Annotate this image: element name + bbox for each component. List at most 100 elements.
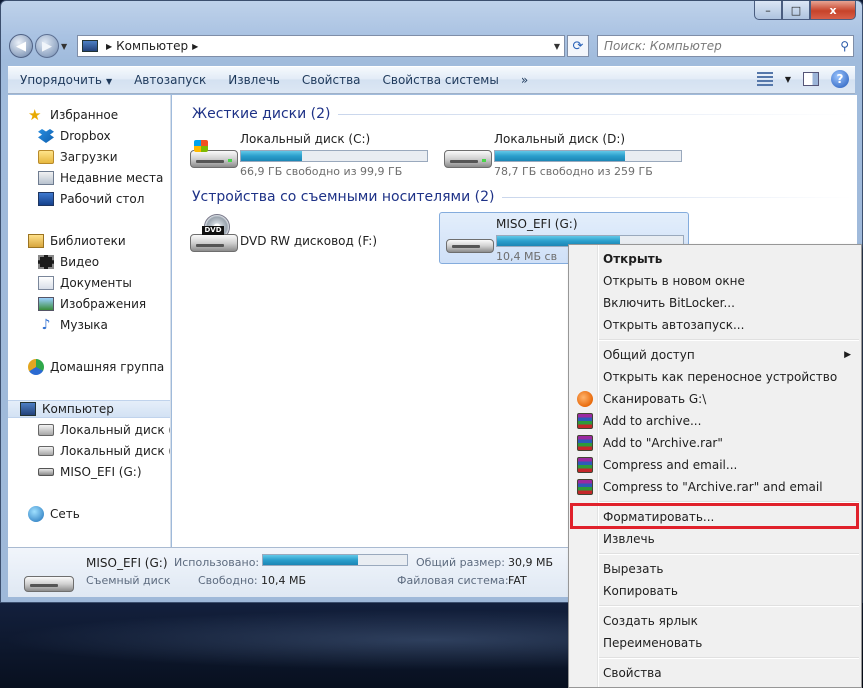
details-total-label: Общий размер:: [416, 556, 505, 569]
nav-video[interactable]: Видео: [38, 253, 99, 271]
nav-computer[interactable]: Компьютер: [8, 400, 170, 418]
winrar-icon: [577, 435, 593, 451]
nav-documents[interactable]: Документы: [38, 274, 132, 292]
nav-images[interactable]: Изображения: [38, 295, 146, 313]
menu-share[interactable]: Общий доступ ▶: [571, 344, 859, 366]
details-drive-name: MISO_EFI (G:): [86, 556, 168, 570]
menu-compress-to-rar-email[interactable]: Compress to "Archive.rar" and email: [571, 476, 859, 498]
nav-libraries[interactable]: Библиотеки: [28, 232, 126, 250]
submenu-arrow-icon: ▶: [844, 350, 851, 360]
menu-rename[interactable]: Переименовать: [571, 632, 859, 654]
group-title: Жесткие диски (2): [192, 106, 331, 122]
breadcrumb-computer[interactable]: Компьютер: [116, 39, 188, 53]
menu-add-to-archive-rar[interactable]: Add to "Archive.rar": [571, 432, 859, 454]
nav-label: Изображения: [60, 297, 147, 311]
drive-tile-d[interactable]: Локальный диск (D:) 78,7 ГБ свободно из …: [438, 128, 688, 180]
nav-label: Домашняя группа: [50, 360, 165, 374]
minimize-button[interactable]: –: [754, 1, 782, 20]
menu-open-autoplay[interactable]: Открыть автозапуск...: [571, 314, 859, 336]
downloads-folder-icon: [38, 150, 54, 164]
group-divider: [338, 113, 852, 115]
eject-button[interactable]: Извлечь: [228, 73, 280, 87]
group-header-removable[interactable]: Устройства со съемными носителями (2): [192, 189, 852, 205]
forward-button[interactable]: ▶: [35, 34, 59, 58]
nav-label: Музыка: [60, 318, 108, 332]
search-placeholder: Поиск: Компьютер: [604, 39, 722, 53]
nav-local-c[interactable]: Локальный диск (C:: [38, 421, 170, 439]
preview-pane-icon[interactable]: [803, 72, 819, 86]
nav-downloads[interactable]: Загрузки: [38, 148, 118, 166]
details-usage-fill: [263, 555, 359, 565]
music-icon: ♪: [41, 317, 51, 333]
menu-open-portable[interactable]: Открыть как переносное устройство: [571, 366, 859, 388]
images-icon: [38, 297, 54, 311]
autoplay-button[interactable]: Автозапуск: [134, 73, 206, 87]
hard-drive-icon: [444, 142, 492, 168]
nav-homegroup[interactable]: Домашняя группа: [28, 358, 164, 376]
system-properties-button[interactable]: Свойства системы: [383, 73, 499, 87]
organize-button[interactable]: Упорядочить ▼: [20, 73, 112, 87]
nav-desktop[interactable]: Рабочий стол: [38, 190, 144, 208]
menu-cut[interactable]: Вырезать: [571, 558, 859, 580]
documents-icon: [38, 276, 54, 290]
star-icon: ★: [28, 106, 42, 124]
menu-eject[interactable]: Извлечь: [571, 528, 859, 550]
menu-add-to-archive[interactable]: Add to archive...: [571, 410, 859, 432]
breadcrumb-chevron-icon[interactable]: ▶: [106, 42, 112, 51]
menu-format[interactable]: Форматировать...: [571, 506, 859, 528]
homegroup-icon: [28, 359, 44, 375]
nav-label: Локальный диск (D:: [60, 444, 170, 458]
drive-usage-fill: [495, 151, 626, 161]
nav-local-d[interactable]: Локальный диск (D:: [38, 442, 170, 460]
close-button[interactable]: x: [810, 1, 856, 20]
drive-free-space: 10,4 МБ св: [496, 250, 558, 263]
removable-drive-icon: [24, 564, 74, 592]
computer-icon: [20, 402, 36, 416]
recent-pages-dropdown[interactable]: ▼: [61, 42, 73, 51]
maximize-button[interactable]: □: [782, 1, 810, 20]
menu-compress-email[interactable]: Compress and email...: [571, 454, 859, 476]
menu-scan[interactable]: Сканировать G:\: [571, 388, 859, 410]
removable-drive-icon: [446, 227, 494, 253]
group-header-hard-drives[interactable]: Жесткие диски (2): [192, 106, 852, 122]
drive-tile-c[interactable]: Локальный диск (C:) 66,9 ГБ свободно из …: [184, 128, 434, 180]
caption-buttons: – □ x: [754, 1, 856, 20]
menu-create-shortcut[interactable]: Создать ярлык: [571, 610, 859, 632]
drive-tile-dvd[interactable]: DVD DVD RW дисковод (F:): [184, 212, 434, 264]
system-drive-icon: [190, 140, 238, 168]
nav-recent-places[interactable]: Недавние места: [38, 169, 163, 187]
search-icon[interactable]: ⚲: [840, 39, 849, 53]
menu-open[interactable]: Открыть: [571, 248, 859, 270]
help-icon[interactable]: ?: [831, 70, 849, 88]
menu-properties[interactable]: Свойства: [571, 662, 859, 684]
drive-usage-bar: [240, 150, 428, 162]
menu-label: Compress and email...: [603, 458, 738, 472]
nav-miso[interactable]: MISO_EFI (G:): [38, 463, 142, 481]
address-history-dropdown[interactable]: ▼: [554, 42, 560, 51]
menu-open-new-window[interactable]: Открыть в новом окне: [571, 270, 859, 292]
address-bar[interactable]: ▶ Компьютер ▶ ▼: [77, 35, 565, 57]
winrar-icon: [577, 457, 593, 473]
nav-label: Рабочий стол: [60, 192, 145, 206]
back-arrow-icon: ◀: [16, 38, 26, 54]
breadcrumb-chevron-icon[interactable]: ▶: [192, 42, 198, 51]
search-input[interactable]: Поиск: Компьютер ⚲: [597, 35, 854, 57]
menu-label: Compress to "Archive.rar" and email: [603, 480, 823, 494]
nav-network[interactable]: Сеть: [28, 505, 80, 523]
nav-label: Библиотеки: [50, 234, 126, 248]
properties-button[interactable]: Свойства: [302, 73, 361, 87]
view-dropdown-icon[interactable]: ▼: [785, 75, 791, 84]
menu-separator: [599, 501, 859, 503]
nav-favorites[interactable]: ★ Избранное: [28, 106, 118, 124]
refresh-button[interactable]: ⟳: [567, 35, 589, 57]
nav-dropbox[interactable]: Dropbox: [38, 127, 111, 145]
more-commands-button[interactable]: »: [521, 73, 528, 87]
details-drive-type: Съемный диск: [86, 574, 171, 587]
libraries-icon: [28, 234, 44, 248]
dvd-badge: DVD: [202, 226, 224, 235]
nav-music[interactable]: ♪ Музыка: [38, 316, 108, 334]
menu-enable-bitlocker[interactable]: Включить BitLocker...: [571, 292, 859, 314]
menu-copy[interactable]: Копировать: [571, 580, 859, 602]
back-button[interactable]: ◀: [9, 34, 33, 58]
change-view-icon[interactable]: [756, 72, 773, 86]
